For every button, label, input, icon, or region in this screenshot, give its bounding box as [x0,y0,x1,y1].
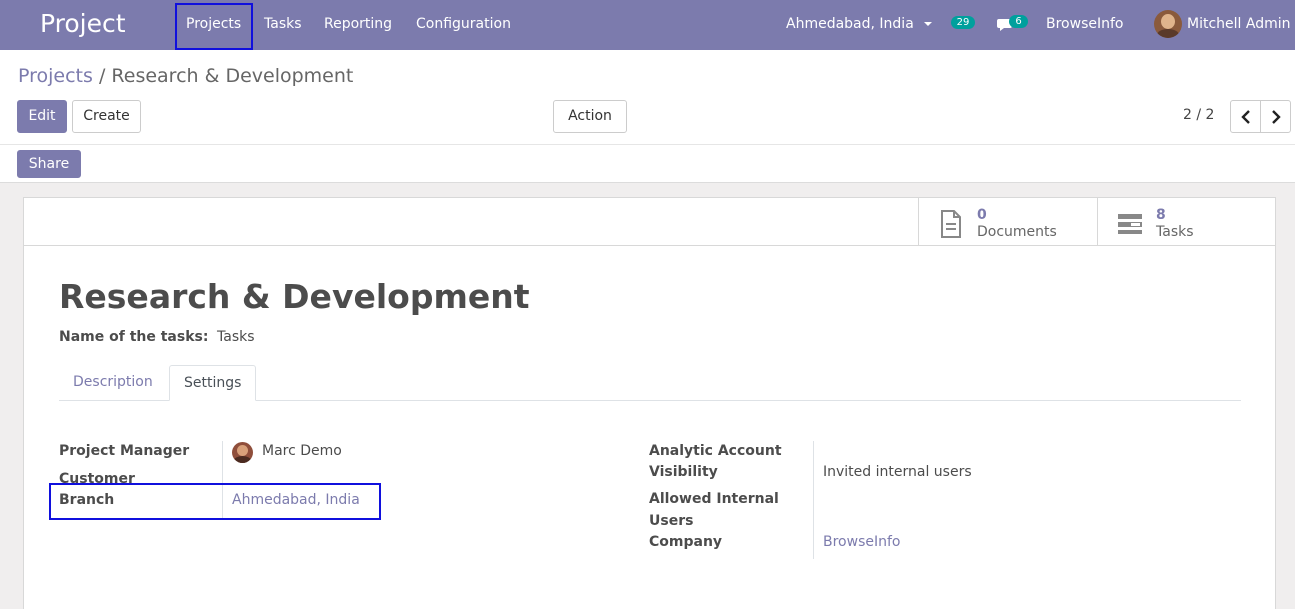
project-manager-label: Project Manager [59,443,190,459]
menu-configuration[interactable]: Configuration [416,16,511,32]
visibility-label: Visibility [649,464,718,480]
tasks-label: Tasks [1156,224,1194,240]
control-panel: Projects / Research & Development Edit C… [0,50,1295,183]
branch-selector-label: Ahmedabad, India [786,16,914,32]
analytic-account-label: Analytic Account [649,443,782,459]
action-button[interactable]: Action [553,100,627,133]
activity-button[interactable]: 29 [950,14,978,34]
smart-button-box: 0 Documents 8 Tasks [24,198,1275,246]
messages-button[interactable]: 6 [997,13,1031,35]
record-title[interactable]: Research & Development [59,277,529,316]
visibility-value[interactable]: Invited internal users [823,464,972,480]
tasks-stat-button[interactable]: 8 Tasks [1097,198,1275,246]
app-title[interactable]: Project [40,9,126,38]
tasks-icon [1118,214,1142,234]
documents-count: 0 [977,207,987,223]
menu-tasks[interactable]: Tasks [264,16,302,32]
analytic-account-field[interactable] [823,442,1123,462]
branch-selector[interactable]: Ahmedabad, India [786,16,933,32]
share-button[interactable]: Share [17,150,81,178]
user-menu[interactable]: Mitchell Admin [1154,10,1295,40]
create-button[interactable]: Create [72,100,141,133]
user-avatar [1154,10,1182,38]
message-count-badge: 6 [1009,15,1028,28]
pager-value: 2 / 2 [1183,107,1215,123]
tab-settings[interactable]: Settings [169,365,257,401]
highlight-box-branch [49,483,381,520]
breadcrumb-current: Research & Development [111,65,354,87]
documents-label: Documents [977,224,1057,240]
task-name-label: Name of the tasks: [59,329,209,345]
edit-button[interactable]: Edit [17,100,67,133]
chevron-left-icon [1241,110,1250,124]
tasks-count: 8 [1156,207,1166,223]
project-manager-value: Marc Demo [262,443,342,459]
breadcrumb-separator: / [98,65,106,87]
pager-previous-button[interactable] [1230,100,1261,133]
form-sheet: 0 Documents 8 Tasks Research & Developme… [23,197,1276,609]
user-name: Mitchell Admin [1187,16,1291,32]
right-group-divider [813,441,814,559]
highlight-box-projects [175,3,253,50]
breadcrumb-projects[interactable]: Projects [18,65,93,87]
company-label: Company [649,534,723,550]
breadcrumb: Projects / Research & Development [18,65,353,87]
documents-stat-button[interactable]: 0 Documents [918,198,1097,246]
document-icon [941,210,961,238]
allowed-internal-users-label-line2: Users [649,513,694,529]
pager-next-button[interactable] [1260,100,1291,133]
menu-reporting[interactable]: Reporting [324,16,392,32]
top-navbar: Project Projects Tasks Reporting Configu… [0,0,1295,50]
task-name-value[interactable]: Tasks [217,329,255,345]
project-manager-field[interactable]: Marc Demo [232,442,372,464]
company-switcher[interactable]: BrowseInfo [1046,16,1123,32]
allowed-internal-users-label: Allowed Internal [649,491,779,507]
company-value[interactable]: BrowseInfo [823,534,900,550]
manager-avatar [232,442,253,463]
activity-count-badge: 29 [951,16,975,29]
tab-description[interactable]: Description [59,365,167,401]
caret-down-icon [924,22,933,26]
control-panel-divider [0,144,1295,145]
chevron-right-icon [1272,110,1281,124]
allowed-internal-users-field[interactable] [823,490,1123,512]
